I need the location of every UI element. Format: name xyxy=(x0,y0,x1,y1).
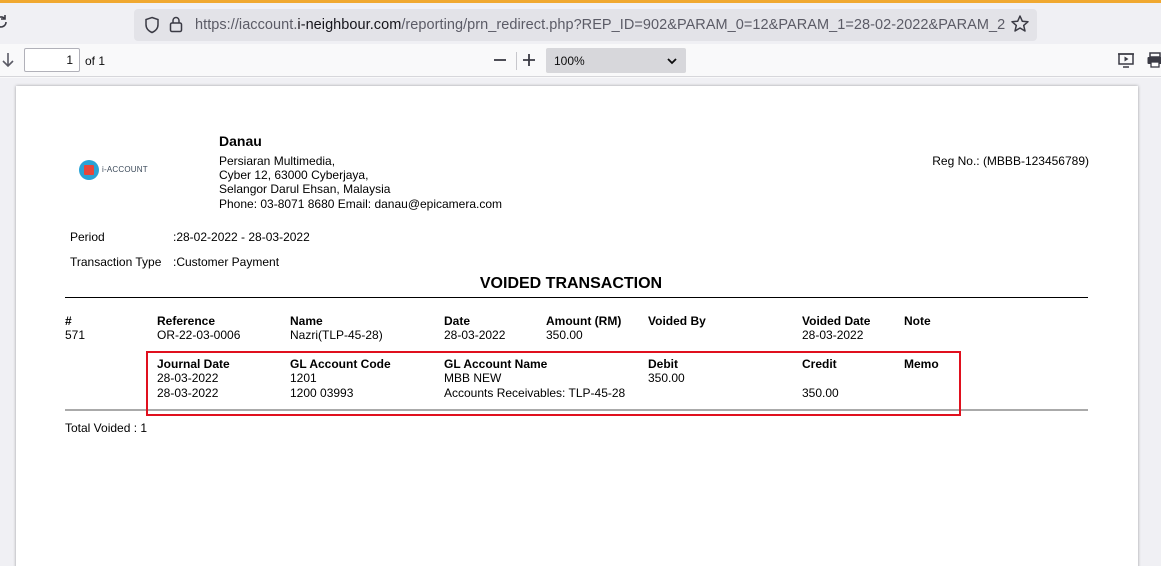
highlight-box xyxy=(146,351,961,416)
shield-icon[interactable] xyxy=(144,16,160,34)
company-name: Danau xyxy=(219,133,262,149)
pdf-page: i-ACCOUNT Danau Persiaran Multimedia, Cy… xyxy=(16,86,1138,566)
col-header-date: Date xyxy=(444,314,471,328)
reload-icon[interactable] xyxy=(0,13,10,31)
row-date: 28-03-2022 xyxy=(444,328,506,342)
total-voided: Total Voided : 1 xyxy=(65,421,148,435)
transaction-type-label: Transaction Type xyxy=(70,255,162,269)
page-count: of 1 xyxy=(85,54,106,68)
presentation-mode-icon[interactable] xyxy=(1117,51,1135,69)
header-rule xyxy=(65,297,1088,298)
logo-text: i-ACCOUNT xyxy=(102,165,148,174)
company-address-2: Cyber 12, 63000 Cyberjaya, xyxy=(219,168,369,182)
col-header-reference: Reference xyxy=(157,314,216,328)
zoom-value: 100% xyxy=(554,54,585,68)
zoom-select[interactable]: 100% xyxy=(546,48,686,73)
row-name: Nazri(TLP-45-28) xyxy=(290,328,383,342)
zoom-out-icon[interactable] xyxy=(490,50,510,70)
period-label: Period xyxy=(70,230,105,244)
col-header-voided-by: Voided By xyxy=(648,314,706,328)
company-address-3: Selangor Darul Ehsan, Malaysia xyxy=(219,182,391,196)
print-icon[interactable] xyxy=(1146,51,1161,69)
url-text[interactable]: https://iaccount.i-neighbour.com/reporti… xyxy=(195,17,1005,33)
col-header-name: Name xyxy=(290,314,323,328)
chevron-down-icon xyxy=(667,58,677,65)
pdf-toolbar: of 1 100% xyxy=(0,44,1161,77)
toolbar-separator xyxy=(516,52,517,70)
lock-icon[interactable] xyxy=(168,15,184,33)
row-number: 571 xyxy=(65,328,86,342)
page-number-input[interactable] xyxy=(24,48,80,72)
report-title: VOIDED TRANSACTION xyxy=(479,275,663,292)
address-row: https://iaccount.i-neighbour.com/reporti… xyxy=(0,3,1161,44)
transaction-type-value: :Customer Payment xyxy=(173,255,280,269)
col-header-note: Note xyxy=(904,314,931,328)
row-voided-date: 28-03-2022 xyxy=(802,328,864,342)
registration-number: Reg No.: (MBBB-123456789) xyxy=(932,154,1089,168)
zoom-in-icon[interactable] xyxy=(519,50,539,70)
company-logo: i-ACCOUNT xyxy=(79,160,149,180)
row-amount: 350.00 xyxy=(546,328,583,342)
period-value: :28-02-2022 - 28-03-2022 xyxy=(173,230,310,244)
company-contact: Phone: 03-8071 8680 Email: danau@epicame… xyxy=(219,197,503,211)
logo-mark-icon xyxy=(79,160,99,180)
col-header-amount: Amount (RM) xyxy=(546,314,622,328)
next-page-arrow-icon[interactable] xyxy=(0,50,16,70)
bookmark-star-icon[interactable] xyxy=(1010,14,1030,34)
company-address-1: Persiaran Multimedia, xyxy=(219,154,336,168)
col-header-number: # xyxy=(65,314,72,328)
col-header-voided-date: Voided Date xyxy=(802,314,871,328)
url-bar[interactable]: https://iaccount.i-neighbour.com/reporti… xyxy=(134,9,1037,41)
row-reference: OR-22-03-0006 xyxy=(157,328,241,342)
